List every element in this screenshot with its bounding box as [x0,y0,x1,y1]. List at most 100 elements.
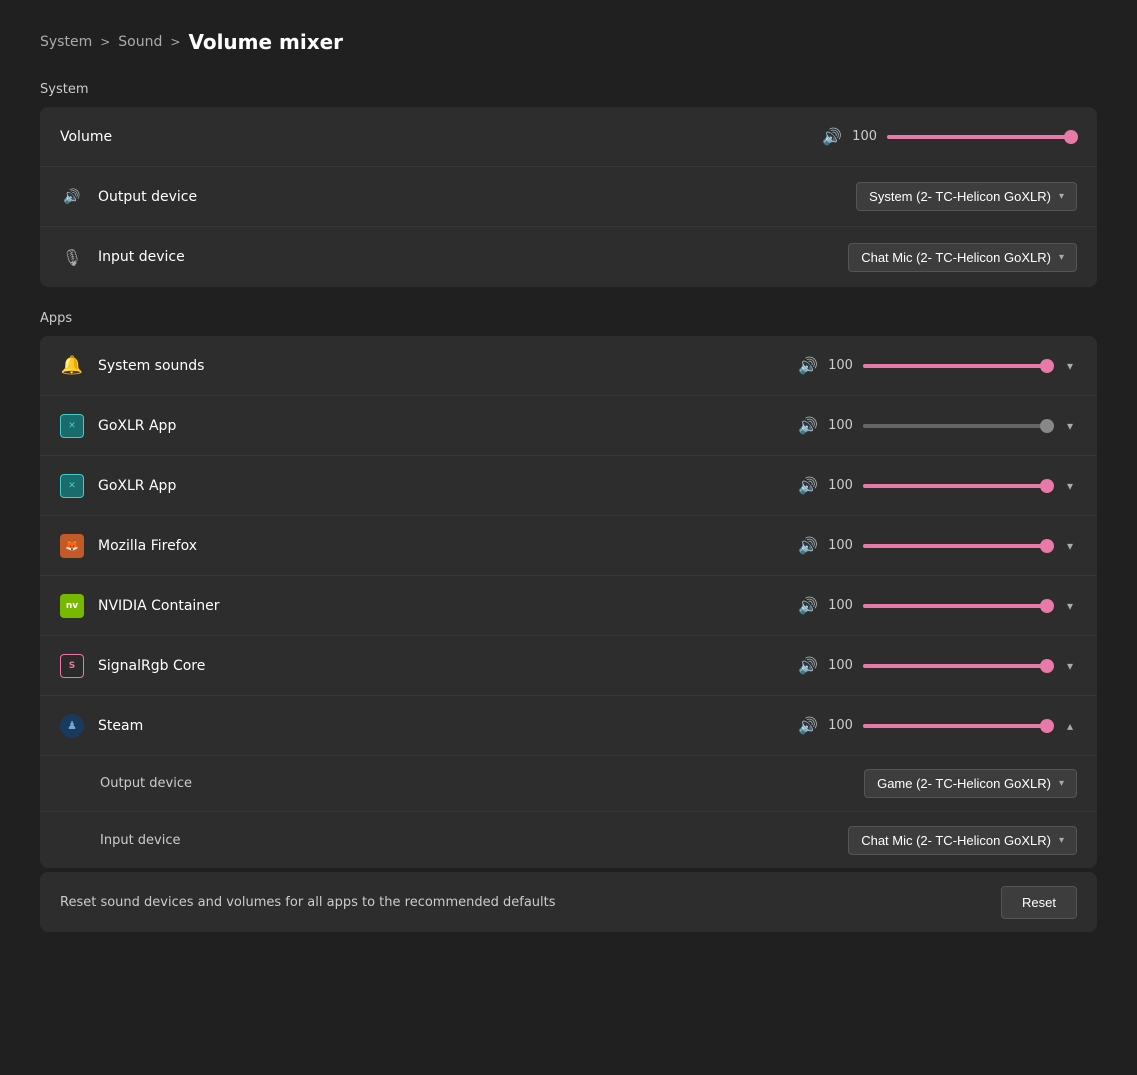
nvidia-icon: nv [60,594,84,618]
steam-output-device-row: Output device Game (2- TC-Helicon GoXLR)… [40,756,1097,812]
input-device-label: Input device [98,249,848,265]
goxlr-app-2-slider-fill [863,484,1053,488]
volume-value: 100 [852,129,877,144]
firefox-chevron-down-icon: ▾ [1067,539,1073,553]
steam-slider-track [863,724,1053,728]
signalrgb-volume-value: 100 [828,658,853,673]
goxlr-app-1-slider-track [863,424,1053,428]
goxlr-app-1-chevron-down-icon: ▾ [1067,419,1073,433]
steam-input-device-label: Input device [100,833,848,848]
list-item: 🔔 System sounds 🔊 100 ▾ [40,336,1097,396]
volume-slider[interactable] [887,127,1077,147]
firefox-slider[interactable] [863,536,1053,556]
list-item: nv NVIDIA Container 🔊 100 ▾ [40,576,1097,636]
steam-chevron-up-icon: ▴ [1067,719,1073,733]
input-device-dropdown[interactable]: Chat Mic (2- TC-Helicon GoXLR) ▾ [848,243,1077,272]
goxlr-icon-badge: ✕ [60,414,84,438]
goxlr-app-2-slider-track [863,484,1053,488]
signalrgb-slider-track [863,664,1053,668]
signalrgb-icon: S [60,654,84,678]
goxlr-app-1-volume-controls: 🔊 100 [798,416,1053,436]
signalrgb-slider-thumb[interactable] [1040,659,1054,673]
output-device-chevron-icon: ▾ [1059,191,1064,202]
breadcrumb-sound[interactable]: Sound [118,34,162,50]
breadcrumb-system[interactable]: System [40,34,92,50]
steam-output-chevron-icon: ▾ [1059,778,1064,789]
steam-expand-button[interactable]: ▴ [1063,715,1077,737]
firefox-icon: 🦊 [60,534,84,558]
volume-slider-thumb[interactable] [1064,130,1078,144]
goxlr-app-1-icon: ✕ [60,414,84,438]
goxlr-app-2-volume-value: 100 [828,478,853,493]
goxlr-app-1-expand-button[interactable]: ▾ [1063,415,1077,437]
apps-section: Apps 🔔 System sounds 🔊 100 [40,311,1097,868]
system-sounds-label: System sounds [98,358,798,374]
goxlr-app-1-slider-thumb[interactable] [1040,419,1054,433]
nvidia-slider-track [863,604,1053,608]
steam-volume-value: 100 [828,718,853,733]
goxlr-app-2-chevron-down-icon: ▾ [1067,479,1073,493]
breadcrumb-sep-1: > [100,35,110,49]
firefox-icon-badge: 🦊 [60,534,84,558]
goxlr-app-1-slider-fill [863,424,1053,428]
goxlr-app-2-volume-controls: 🔊 100 [798,476,1053,496]
system-section: System Volume 🔊 100 🔊 [40,82,1097,287]
input-device-value: Chat Mic (2- TC-Helicon GoXLR) [861,250,1051,265]
firefox-expand-button[interactable]: ▾ [1063,535,1077,557]
goxlr-app-1-slider[interactable] [863,416,1053,436]
nvidia-volume-controls: 🔊 100 [798,596,1053,616]
signalrgb-chevron-down-icon: ▾ [1067,659,1073,673]
nvidia-expand-button[interactable]: ▾ [1063,595,1077,617]
nvidia-slider[interactable] [863,596,1053,616]
firefox-slider-fill [863,544,1053,548]
steam-input-device-dropdown[interactable]: Chat Mic (2- TC-Helicon GoXLR) ▾ [848,826,1077,855]
nvidia-chevron-down-icon: ▾ [1067,599,1073,613]
firefox-speaker-icon: 🔊 [798,536,818,555]
firefox-slider-track [863,544,1053,548]
steam-output-device-value: Game (2- TC-Helicon GoXLR) [877,776,1051,791]
nvidia-slider-thumb[interactable] [1040,599,1054,613]
firefox-label: Mozilla Firefox [98,538,798,554]
goxlr-app-2-icon-badge: ✕ [60,474,84,498]
steam-output-device-dropdown[interactable]: Game (2- TC-Helicon GoXLR) ▾ [864,769,1077,798]
list-item: ♟ Steam 🔊 100 ▴ [40,696,1097,756]
system-sounds-volume-controls: 🔊 100 [798,356,1053,376]
system-sounds-slider-thumb[interactable] [1040,359,1054,373]
system-sounds-slider-track [863,364,1053,368]
input-device-icon: 🎙 [60,245,84,269]
system-sounds-chevron-down-icon: ▾ [1067,359,1073,373]
goxlr-app-1-speaker-icon: 🔊 [798,416,818,435]
firefox-slider-thumb[interactable] [1040,539,1054,553]
steam-icon: ♟ [60,714,84,738]
steam-slider[interactable] [863,716,1053,736]
steam-slider-thumb[interactable] [1040,719,1054,733]
system-sounds-slider[interactable] [863,356,1053,376]
goxlr-app-2-expand-button[interactable]: ▾ [1063,475,1077,497]
output-device-icon: 🔊 [60,185,84,209]
system-sounds-icon: 🔔 [60,354,84,378]
steam-output-device-label: Output device [100,776,864,791]
signalrgb-expand-button[interactable]: ▾ [1063,655,1077,677]
volume-controls: 🔊 100 [822,127,1077,147]
system-sounds-expand-button[interactable]: ▾ [1063,355,1077,377]
goxlr-app-2-slider-thumb[interactable] [1040,479,1054,493]
signalrgb-volume-controls: 🔊 100 [798,656,1053,676]
list-item: ✕ GoXLR App 🔊 100 ▾ [40,396,1097,456]
output-device-dropdown[interactable]: System (2- TC-Helicon GoXLR) ▾ [856,182,1077,211]
signalrgb-icon-badge: S [60,654,84,678]
goxlr-app-2-speaker-icon: 🔊 [798,476,818,495]
reset-button[interactable]: Reset [1001,886,1077,919]
system-card: Volume 🔊 100 🔊 Output device [40,107,1097,287]
list-item: 🦊 Mozilla Firefox 🔊 100 ▾ [40,516,1097,576]
output-device-value: System (2- TC-Helicon GoXLR) [869,189,1051,204]
volume-label: Volume [60,129,822,145]
goxlr-app-2-slider[interactable] [863,476,1053,496]
page-container: System > Sound > Volume mixer System Vol… [0,0,1137,962]
nvidia-speaker-icon: 🔊 [798,596,818,615]
output-device-row: 🔊 Output device System (2- TC-Helicon Go… [40,167,1097,227]
signalrgb-speaker-icon: 🔊 [798,656,818,675]
signalrgb-slider[interactable] [863,656,1053,676]
nvidia-volume-value: 100 [828,598,853,613]
steam-label: Steam [98,718,798,734]
goxlr-app-2-label: GoXLR App [98,478,798,494]
